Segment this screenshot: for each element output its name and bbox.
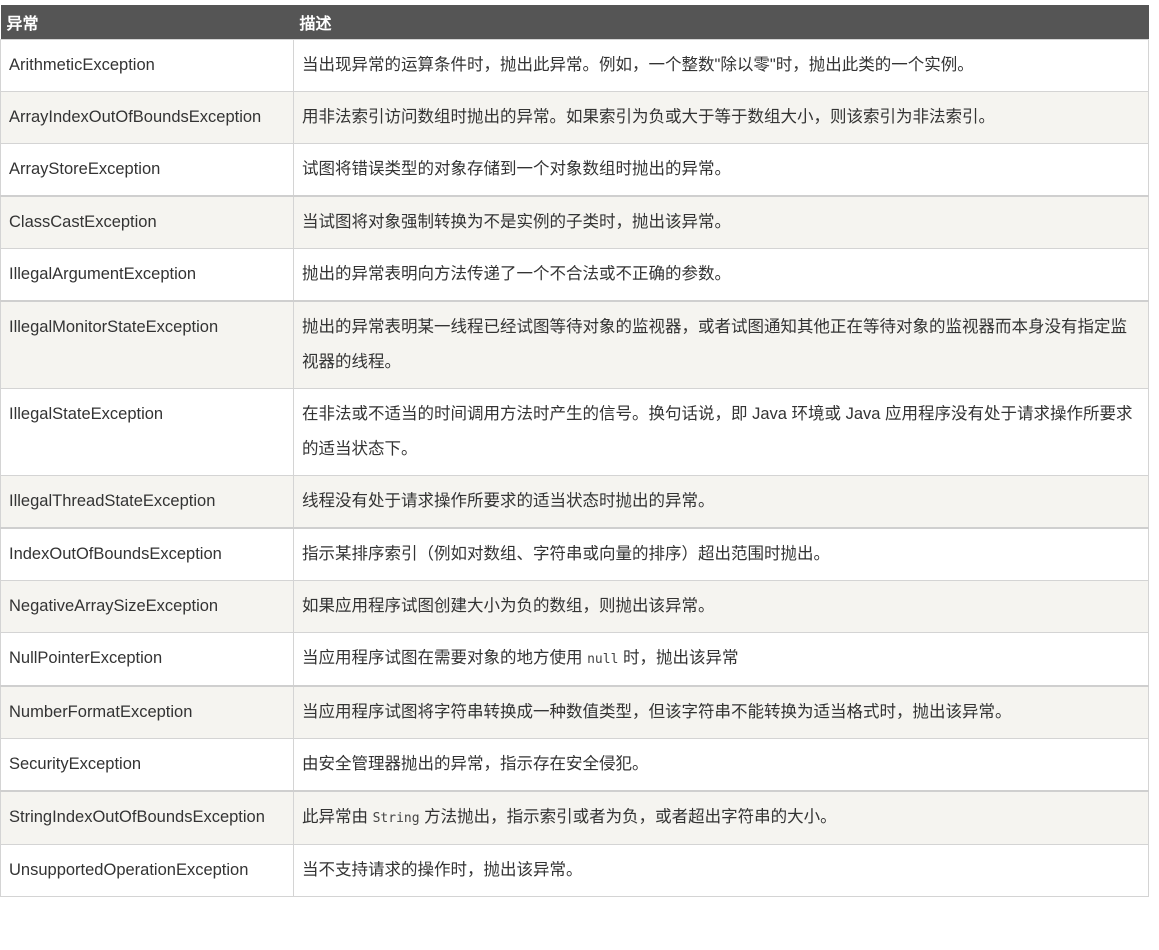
exception-name: ArrayStoreException (0, 143, 294, 197)
exception-name: NullPointerException (0, 632, 294, 687)
table-row: ArithmeticException 当出现异常的运算条件时，抛出此异常。例如… (0, 39, 1149, 92)
table-row: SecurityException 由安全管理器抛出的异常，指示存在安全侵犯。 (0, 738, 1149, 792)
description-text-after: 时，抛出该异常 (618, 649, 739, 667)
exception-description: 抛出的异常表明某一线程已经试图等待对象的监视器，或者试图通知其他正在等待对象的监… (293, 300, 1149, 389)
exception-name: ClassCastException (0, 195, 294, 249)
exception-description: 当应用程序试图将字符串转换成一种数值类型，但该字符串不能转换为适当格式时，抛出该… (293, 685, 1149, 739)
description-text-before: 此异常由 (302, 808, 373, 826)
exception-name: ArithmeticException (0, 39, 294, 92)
exception-name: NumberFormatException (0, 685, 294, 739)
exception-description: 在非法或不适当的时间调用方法时产生的信号。换句话说，即 Java 环境或 Jav… (293, 388, 1149, 476)
table-row: NegativeArraySizeException 如果应用程序试图创建大小为… (0, 580, 1149, 633)
exception-name: ArrayIndexOutOfBoundsException (0, 91, 294, 144)
exception-description: 指示某排序索引（例如对数组、字符串或向量的排序）超出范围时抛出。 (293, 527, 1149, 581)
exception-description: 由安全管理器抛出的异常，指示存在安全侵犯。 (293, 738, 1149, 792)
exception-description: 当出现异常的运算条件时，抛出此异常。例如，一个整数"除以零"时，抛出此类的一个实… (293, 39, 1149, 92)
table-row: IllegalStateException 在非法或不适当的时间调用方法时产生的… (0, 388, 1149, 476)
table-row: NumberFormatException 当应用程序试图将字符串转换成一种数值… (0, 685, 1149, 739)
table-row: IllegalMonitorStateException 抛出的异常表明某一线程… (0, 300, 1149, 389)
exception-name: IllegalArgumentException (0, 248, 294, 302)
exception-name: IllegalThreadStateException (0, 475, 294, 529)
exception-description: 如果应用程序试图创建大小为负的数组，则抛出该异常。 (293, 580, 1149, 633)
exception-description: 线程没有处于请求操作所要求的适当状态时抛出的异常。 (293, 475, 1149, 529)
header-row: 异常 描述 (0, 5, 1149, 40)
inline-code: null (587, 652, 619, 667)
exception-description: 抛出的异常表明向方法传递了一个不合法或不正确的参数。 (293, 248, 1149, 302)
table-body: ArithmeticException 当出现异常的运算条件时，抛出此异常。例如… (0, 39, 1149, 897)
exception-name: IllegalMonitorStateException (0, 300, 294, 389)
description-text-after: 方法抛出，指示索引或者为负，或者超出字符串的大小。 (419, 808, 837, 826)
table-row: ClassCastException 当试图将对象强制转换为不是实例的子类时，抛… (0, 195, 1149, 249)
table-row: UnsupportedOperationException 当不支持请求的操作时… (0, 844, 1149, 897)
table-row: IllegalArgumentException 抛出的异常表明向方法传递了一个… (0, 248, 1149, 302)
exception-description: 试图将错误类型的对象存储到一个对象数组时抛出的异常。 (293, 143, 1149, 197)
exception-description: 此异常由 String 方法抛出，指示索引或者为负，或者超出字符串的大小。 (293, 790, 1149, 845)
exception-table: 异常 描述 ArithmeticException 当出现异常的运算条件时，抛出… (0, 5, 1149, 897)
exception-name: IllegalStateException (0, 388, 294, 476)
table-row: ArrayIndexOutOfBoundsException 用非法索引访问数组… (0, 91, 1149, 144)
table-row: IllegalThreadStateException 线程没有处于请求操作所要… (0, 475, 1149, 529)
description-text-before: 当应用程序试图在需要对象的地方使用 (302, 649, 588, 667)
exception-description: 当试图将对象强制转换为不是实例的子类时，抛出该异常。 (293, 195, 1149, 249)
exception-name: IndexOutOfBoundsException (0, 527, 294, 581)
exception-description: 当不支持请求的操作时，抛出该异常。 (293, 844, 1149, 897)
header-exception: 异常 (0, 5, 294, 40)
header-description: 描述 (293, 5, 1149, 40)
table-header: 异常 描述 (0, 5, 1149, 40)
exception-description: 用非法索引访问数组时抛出的异常。如果索引为负或大于等于数组大小，则该索引为非法索… (293, 91, 1149, 144)
exception-name: NegativeArraySizeException (0, 580, 294, 633)
inline-code: String (372, 811, 420, 826)
table-row: IndexOutOfBoundsException 指示某排序索引（例如对数组、… (0, 527, 1149, 581)
table-row: ArrayStoreException 试图将错误类型的对象存储到一个对象数组时… (0, 143, 1149, 197)
exception-description: 当应用程序试图在需要对象的地方使用 null 时，抛出该异常 (293, 632, 1149, 687)
table-row: StringIndexOutOfBoundsException 此异常由 Str… (0, 790, 1149, 845)
exception-table-container: 异常 描述 ArithmeticException 当出现异常的运算条件时，抛出… (0, 5, 1149, 897)
exception-name: SecurityException (0, 738, 294, 792)
exception-name: StringIndexOutOfBoundsException (0, 790, 294, 845)
table-row: NullPointerException 当应用程序试图在需要对象的地方使用 n… (0, 632, 1149, 687)
exception-name: UnsupportedOperationException (0, 844, 294, 897)
